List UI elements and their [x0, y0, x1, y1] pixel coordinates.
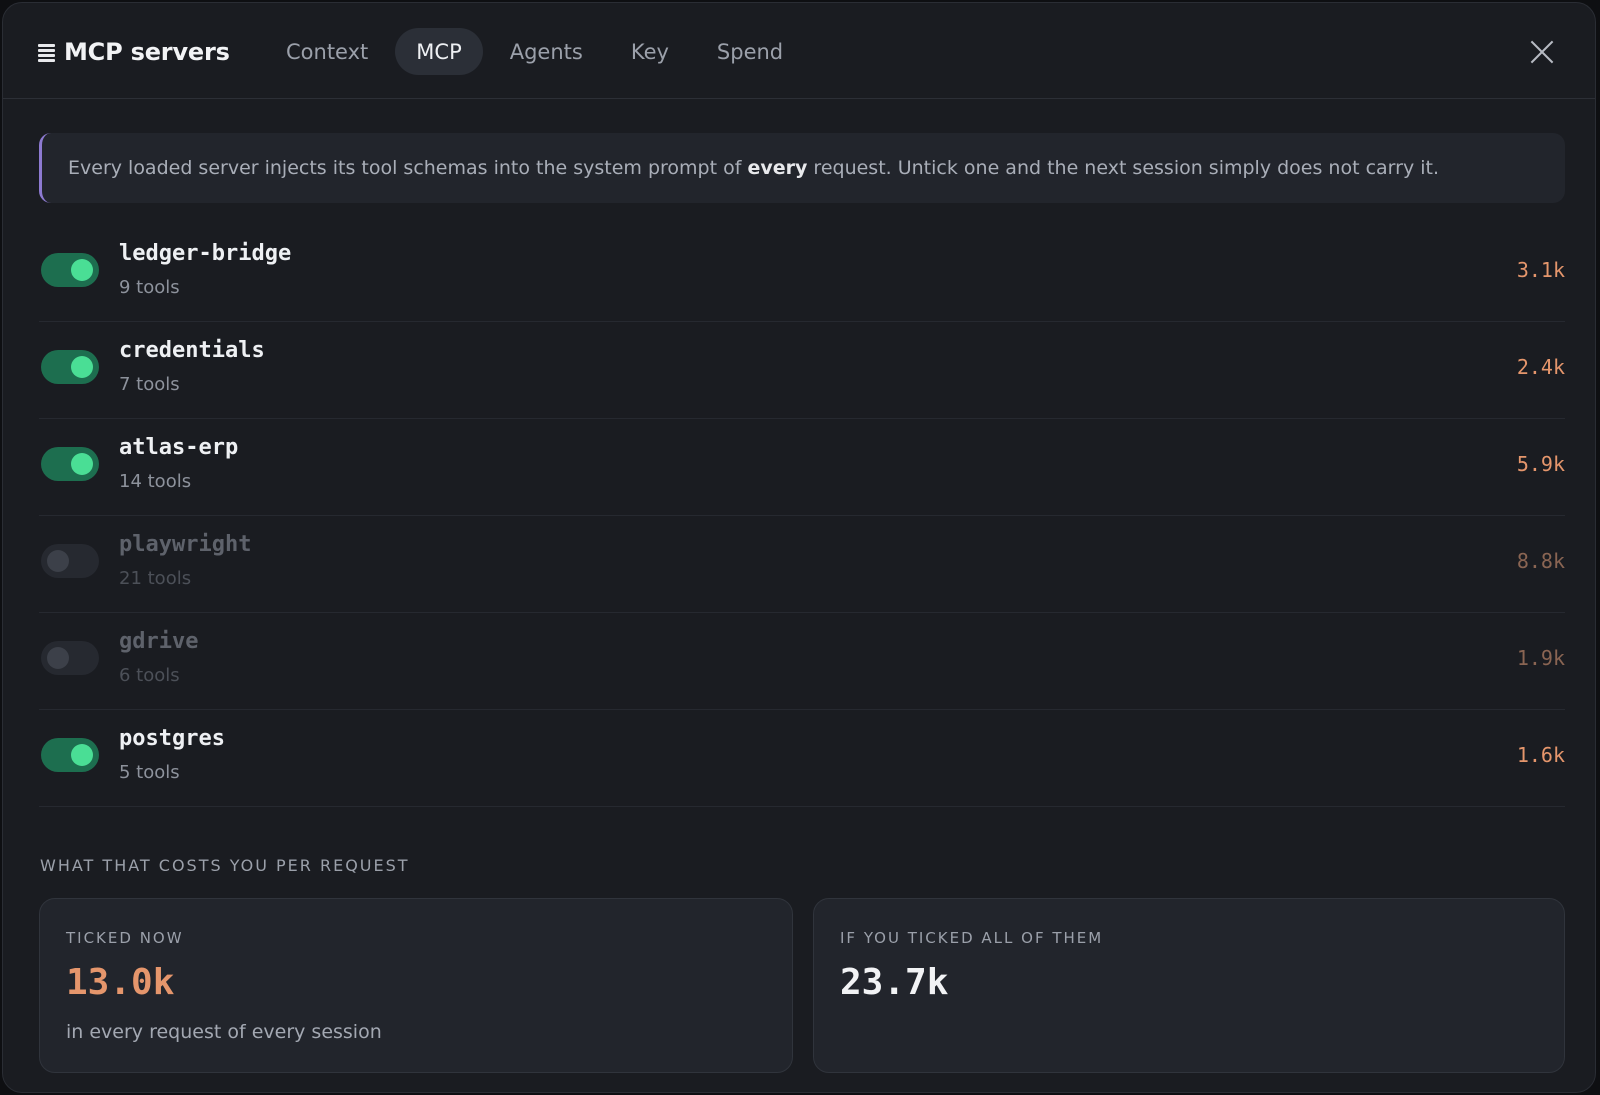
card-subtext: in every request of every session: [66, 1021, 382, 1043]
server-name: gdrive: [119, 629, 199, 654]
costs-section-label: WHAT THAT COSTS YOU PER REQUEST: [40, 856, 410, 875]
toggle-knob: [71, 259, 93, 281]
server-name: credentials: [119, 338, 265, 363]
toggle-knob: [71, 744, 93, 766]
card-value: 13.0k: [66, 962, 175, 1003]
tab-spend[interactable]: Spend: [696, 28, 804, 75]
server-tool-count: 5 tools: [119, 762, 180, 783]
server-row-atlas-erp: atlas-erp 14 tools 5.9k: [39, 419, 1565, 516]
server-row-gdrive: gdrive 6 tools 1.9k: [39, 613, 1565, 710]
dialog-header: MCP servers Context MCP Agents Key Spend: [3, 3, 1595, 99]
server-tool-count: 9 tools: [119, 277, 180, 298]
card-value: 23.7k: [840, 962, 949, 1003]
server-list: ledger-bridge 9 tools 3.1k credentials 7…: [39, 225, 1565, 807]
toggle-playwright[interactable]: [41, 544, 99, 578]
toggle-knob: [71, 453, 93, 475]
dialog-title: MCP servers: [37, 33, 230, 71]
server-tool-count: 14 tools: [119, 471, 192, 492]
page-title: MCP servers: [64, 38, 230, 66]
tab-context[interactable]: Context: [265, 28, 389, 75]
server-name: atlas-erp: [119, 435, 239, 460]
server-tool-count: 6 tools: [119, 665, 180, 686]
server-token-cost: 5.9k: [1516, 452, 1565, 476]
tab-agents[interactable]: Agents: [489, 28, 604, 75]
toggle-knob: [47, 550, 69, 572]
server-token-cost: 2.4k: [1516, 355, 1565, 379]
card-label: TICKED NOW: [66, 929, 184, 947]
server-name: playwright: [119, 532, 252, 557]
info-banner: Every loaded server injects its tool sch…: [39, 133, 1565, 203]
toggle-postgres[interactable]: [41, 738, 99, 772]
server-tool-count: 7 tools: [119, 374, 180, 395]
toggle-knob: [47, 647, 69, 669]
toggle-ledger-bridge[interactable]: [41, 253, 99, 287]
mcp-servers-dialog: MCP servers Context MCP Agents Key Spend…: [2, 2, 1596, 1093]
server-token-cost: 8.8k: [1516, 549, 1565, 573]
list-icon: [37, 43, 56, 62]
server-name: ledger-bridge: [119, 241, 292, 266]
ticked-now-card: TICKED NOW 13.0k in every request of eve…: [39, 898, 793, 1073]
tab-bar: Context MCP Agents Key Spend: [265, 28, 810, 75]
close-icon[interactable]: [1529, 39, 1555, 65]
toggle-credentials[interactable]: [41, 350, 99, 384]
server-tool-count: 21 tools: [119, 568, 192, 589]
server-token-cost: 1.6k: [1516, 743, 1565, 767]
banner-emphasis: every: [747, 157, 808, 179]
tab-mcp[interactable]: MCP: [395, 28, 483, 75]
all-ticked-card: IF YOU TICKED ALL OF THEM 23.7k: [813, 898, 1565, 1073]
server-token-cost: 1.9k: [1516, 646, 1565, 670]
tab-key[interactable]: Key: [610, 28, 690, 75]
server-row-credentials: credentials 7 tools 2.4k: [39, 322, 1565, 419]
toggle-knob: [71, 356, 93, 378]
server-row-ledger-bridge: ledger-bridge 9 tools 3.1k: [39, 225, 1565, 322]
toggle-atlas-erp[interactable]: [41, 447, 99, 481]
banner-text: Every loaded server injects its tool sch…: [68, 157, 1440, 179]
server-token-cost: 3.1k: [1516, 258, 1565, 282]
server-name: postgres: [119, 726, 225, 751]
toggle-gdrive[interactable]: [41, 641, 99, 675]
card-label: IF YOU TICKED ALL OF THEM: [840, 929, 1104, 947]
server-row-postgres: postgres 5 tools 1.6k: [39, 710, 1565, 807]
server-row-playwright: playwright 21 tools 8.8k: [39, 516, 1565, 613]
